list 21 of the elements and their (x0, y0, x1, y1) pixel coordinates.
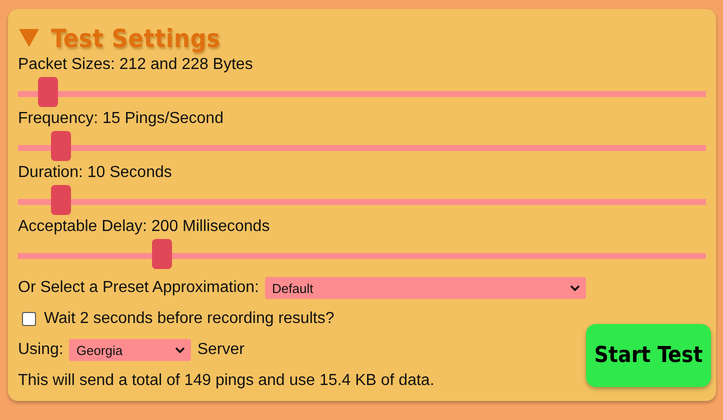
start-test-button[interactable]: Start Test (586, 324, 711, 387)
checkbox-label: Wait 2 seconds before recording results? (44, 310, 334, 328)
slider-thumb[interactable] (152, 239, 172, 269)
slider-label: Acceptable Delay: 200 Milliseconds (18, 217, 271, 237)
checkbox[interactable] (22, 312, 36, 326)
slider-label: Frequency: 15 Pings/Second (18, 109, 224, 129)
slider-label: Duration: 10 Seconds (18, 163, 173, 183)
server-label: Using: (18, 341, 64, 359)
server-dropdown[interactable]: Georgia (69, 339, 192, 361)
slider-thumb[interactable] (51, 131, 72, 161)
chevron-icon (175, 347, 186, 353)
preset-label: Or Select a Preset Approximation: (18, 279, 259, 297)
slider-thumb[interactable] (51, 185, 72, 215)
chevron-icon (570, 285, 580, 291)
expanded-icon[interactable] (19, 29, 39, 47)
slider-label: Packet Sizes: 212 and 228 Bytes (18, 55, 254, 75)
server-suffix: Server (197, 341, 244, 359)
summary-text: This will send a total of 149 pings and use 15.4 KB of data. (18, 372, 434, 390)
preset-dropdown[interactable]: Default (265, 277, 586, 299)
section-title: Test Settings (51, 24, 220, 52)
slider-thumb[interactable] (38, 77, 58, 107)
